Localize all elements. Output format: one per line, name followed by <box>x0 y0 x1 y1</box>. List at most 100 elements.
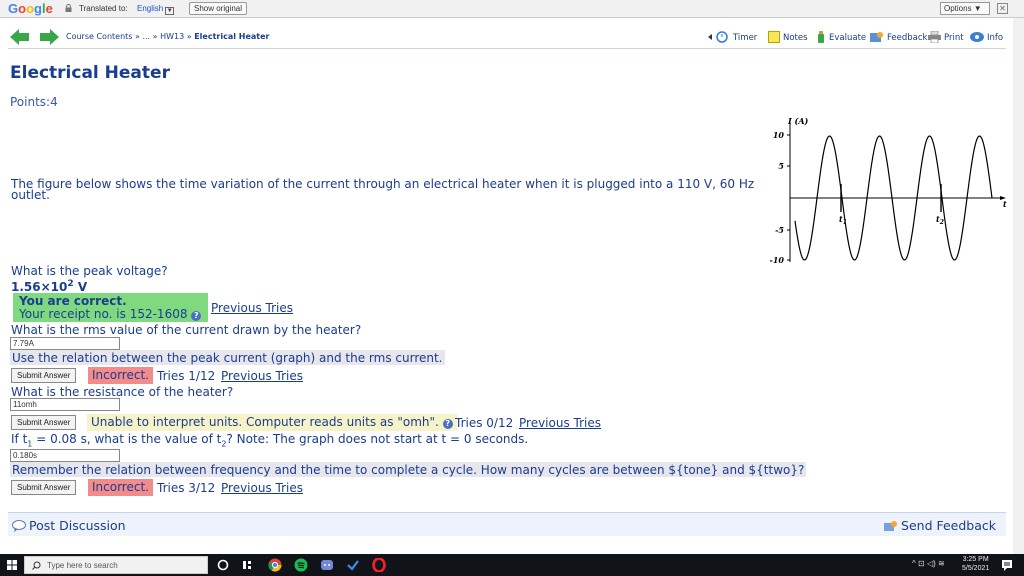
feedback-icon <box>870 32 883 42</box>
show-original-button[interactable]: Show original <box>189 2 248 15</box>
notes-label: Notes <box>783 33 808 43</box>
y-axis-label: I (A) <box>787 116 809 126</box>
y-tick-label: -10 <box>770 255 785 264</box>
help-icon[interactable]: ? <box>191 310 202 321</box>
timer-button[interactable]: Timer <box>708 31 757 43</box>
volume-icon[interactable]: ◁) <box>927 559 936 568</box>
current-time-graph: I (A) t 10 5 -5 -10 t1 t2 <box>770 116 1007 264</box>
forward-arrow-icon[interactable] <box>40 29 59 45</box>
timer-label: Timer <box>733 33 758 43</box>
language-select[interactable]: English ▼ <box>137 4 175 15</box>
chevron-up-icon[interactable]: ^ <box>912 559 916 568</box>
post-discussion-button[interactable]: Post Discussion <box>12 518 126 533</box>
previous-tries-link[interactable]: Previous Tries <box>221 369 303 383</box>
breadcrumb-hw13[interactable]: HW13 <box>160 32 184 41</box>
speech-bubble-icon <box>12 520 26 532</box>
info-button[interactable]: Info <box>970 31 1003 43</box>
breadcrumb-course-contents[interactable]: Course Contents <box>66 32 132 41</box>
t2-input[interactable] <box>10 449 120 462</box>
submit-answer-button[interactable]: Submit Answer <box>11 480 77 495</box>
search-icon <box>32 561 41 570</box>
send-feedback-button[interactable]: Send Feedback <box>884 518 996 533</box>
print-label: Print <box>944 33 964 43</box>
translated-to-label: Translated to: <box>79 4 128 13</box>
receipt-label: Your receipt no. is 152-1608 <box>19 306 188 321</box>
task-view-icon[interactable] <box>240 558 254 572</box>
help-icon[interactable]: ? <box>442 419 453 429</box>
previous-tries-link[interactable]: Previous Tries <box>221 481 303 495</box>
breadcrumb-ellipsis[interactable]: ... <box>142 32 150 41</box>
windows-start-icon[interactable] <box>7 560 17 570</box>
notes-button[interactable]: Notes <box>768 31 808 43</box>
resistance-input[interactable] <box>10 398 120 411</box>
notifications-icon[interactable] <box>1001 559 1013 571</box>
question-2-text: What is the rms value of the current dra… <box>11 323 362 337</box>
incorrect-status: Incorrect. <box>88 479 153 496</box>
chrome-icon[interactable] <box>268 558 282 572</box>
print-button[interactable]: Print <box>928 30 964 44</box>
page-title: Electrical Heater <box>10 63 170 83</box>
t2-label: t2 <box>936 214 944 226</box>
breadcrumb-current: Electrical Heater <box>194 32 270 41</box>
vertical-scrollbar[interactable] <box>1013 18 1024 554</box>
evaluate-label: Evaluate <box>829 33 867 43</box>
system-tray[interactable]: ^ ⊡ ◁) ≋ <box>912 559 945 568</box>
checkmark-app-icon[interactable] <box>346 558 360 572</box>
opera-icon[interactable] <box>372 558 386 572</box>
problem-nav-bar: Course Contents » ... » HW13 » Electrica… <box>8 27 1006 49</box>
submit-answer-button[interactable]: Submit Answer <box>11 415 77 430</box>
rms-current-input[interactable] <box>10 337 120 350</box>
hint-box: Remember the relation between frequency … <box>10 462 807 477</box>
wifi-icon[interactable]: ≋ <box>938 559 945 568</box>
tries-count: Tries 0/12 <box>455 416 514 430</box>
t1-label: t1 <box>839 214 847 226</box>
hint-box: Use the relation between the peak curren… <box>10 350 445 365</box>
evaluate-button[interactable]: Evaluate <box>816 31 866 43</box>
previous-tries-link[interactable]: Previous Tries <box>211 301 293 315</box>
taskbar: Type here to search ^ ⊡ ◁) ≋ 3:25 PM 5/5… <box>0 554 1024 576</box>
back-arrow-icon[interactable] <box>10 29 29 45</box>
discord-icon[interactable] <box>320 558 334 572</box>
google-logo: Google <box>8 1 53 16</box>
notes-icon <box>768 31 780 43</box>
tries-count: Tries 1/12 <box>157 369 216 383</box>
network-icon[interactable]: ⊡ <box>918 559 925 568</box>
discussion-bar: Post Discussion Send Feedback <box>8 512 1006 536</box>
breadcrumb-separator: » <box>135 32 140 41</box>
timer-icon <box>708 31 728 43</box>
breadcrumb: Course Contents » ... » HW13 » Electrica… <box>66 32 270 41</box>
dropdown-arrow-icon: ▼ <box>165 7 175 15</box>
info-icon <box>970 32 984 42</box>
taskbar-search-input[interactable]: Type here to search <box>24 556 208 574</box>
previous-tries-link[interactable]: Previous Tries <box>519 416 601 430</box>
info-label: Info <box>987 33 1004 43</box>
clock-date: 5/5/2021 <box>962 564 990 572</box>
feedback-label: Feedback <box>887 33 928 43</box>
breadcrumb-separator: » <box>186 32 192 41</box>
feedback-icon <box>884 521 898 531</box>
submit-answer-button[interactable]: Submit Answer <box>11 368 77 383</box>
language-value: English <box>137 4 164 13</box>
question-3-text: What is the resistance of the heater? <box>11 385 234 399</box>
correct-status-box: You are correct. Your receipt no. is 152… <box>13 293 208 322</box>
logo-letter: G <box>8 1 19 16</box>
search-placeholder: Type here to search <box>47 561 118 570</box>
logo-letter: e <box>45 1 53 16</box>
clock-time: 3:25 PM <box>962 556 989 563</box>
clock[interactable]: 3:25 PM 5/5/2021 <box>962 556 989 574</box>
x-axis-label: t <box>1003 199 1007 209</box>
question-1-text: What is the peak voltage? <box>11 264 168 278</box>
logo-letter: o <box>18 1 27 16</box>
logo-letter: g <box>34 1 42 16</box>
incorrect-status: Incorrect. <box>88 367 153 384</box>
points-label: Points:4 <box>10 95 58 109</box>
options-button[interactable]: Options ▼ <box>940 2 990 15</box>
spotify-icon[interactable] <box>294 558 308 572</box>
translate-bar: Google Translated to: English ▼ Show orig… <box>0 0 1024 18</box>
feedback-button[interactable]: Feedback <box>870 31 927 43</box>
unit-error-status: Unable to interpret units. Computer read… <box>87 414 457 431</box>
close-icon[interactable]: ✕ <box>997 3 1008 14</box>
y-tick-label: 5 <box>778 161 784 171</box>
question-1-answer: 1.56×102 V <box>11 279 88 294</box>
cortana-icon[interactable] <box>216 558 230 572</box>
